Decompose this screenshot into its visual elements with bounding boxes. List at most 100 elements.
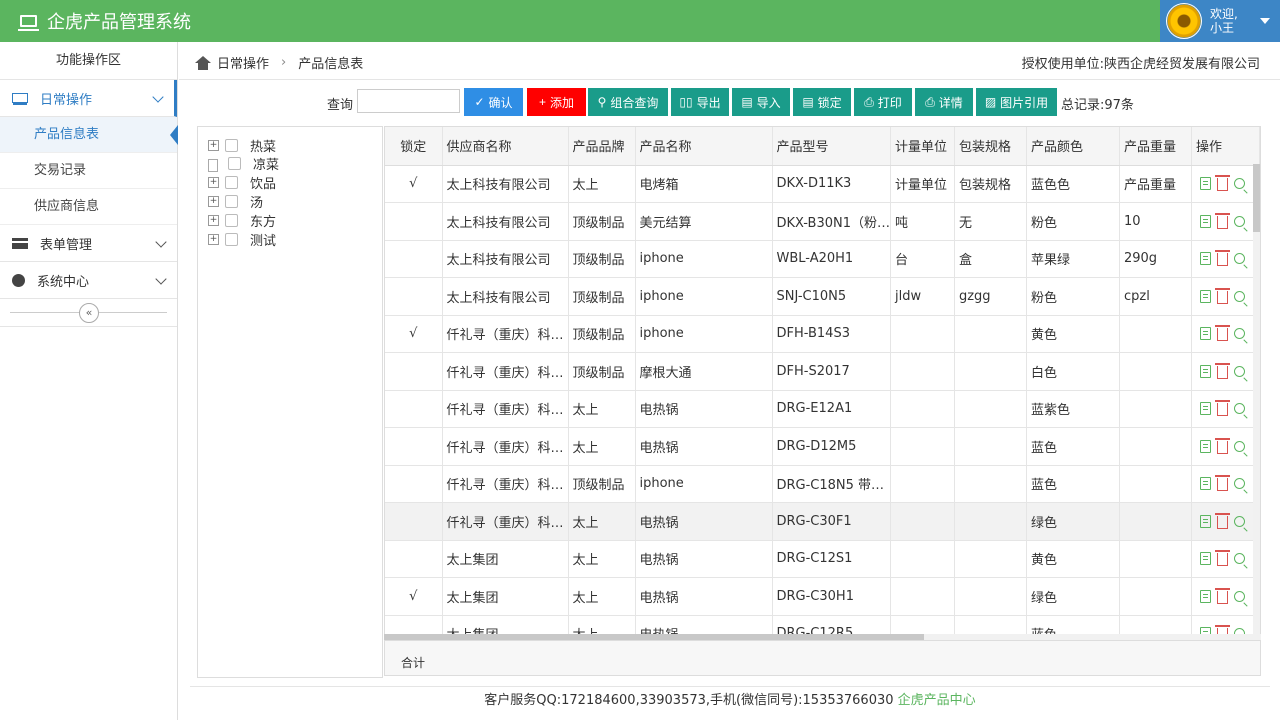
view-icon[interactable] [1233, 440, 1245, 452]
table-row[interactable]: 仟礼寻（重庆）科… 太上 电热锅 DRG-E12A1 蓝紫色 [385, 390, 1260, 428]
tree-node[interactable]: + 饮品 [208, 174, 276, 192]
edit-icon[interactable] [1199, 364, 1211, 378]
table-row[interactable]: 太上集团 太上 电热锅 DRG-C12S1 黄色 [385, 540, 1260, 578]
add-button[interactable]: + 添加 [527, 88, 586, 116]
column-header[interactable]: 操作 [1191, 127, 1260, 166]
table-row[interactable]: 太上科技有限公司 顶级制品 iphone WBL-A20H1 台盒苹果绿 290g [385, 240, 1260, 278]
table-row[interactable]: 仟礼寻（重庆）科… 顶级制品 摩根大通 DFH-S2017 白色 [385, 352, 1260, 391]
export-button[interactable]: ▯▯ 导出 [671, 88, 729, 116]
user-menu[interactable]: 欢迎, 小王 [1160, 0, 1280, 42]
sidebar-menu-forms[interactable]: 表单管理 [0, 225, 177, 262]
table-row[interactable]: √ 太上集团 太上 电热锅 DRG-C30H1 绿色 [385, 577, 1260, 616]
column-header[interactable]: 产品型号 [772, 127, 891, 166]
table-row[interactable]: √ 仟礼寻（重庆）科… 顶级制品 iphone DFH-B14S3 黄色 [385, 315, 1260, 353]
footer-link[interactable]: 企虎产品中心 [898, 693, 976, 708]
delete-icon[interactable] [1214, 512, 1230, 529]
sidebar-menu-system[interactable]: 系统中心 [0, 262, 177, 299]
tree-node[interactable]: + 热菜 [208, 137, 276, 155]
view-icon[interactable] [1233, 290, 1245, 302]
avatar[interactable] [1166, 3, 1202, 39]
view-icon[interactable] [1233, 515, 1245, 527]
view-icon[interactable] [1233, 590, 1245, 602]
image-reference-button[interactable]: ▨ 图片引用 [976, 88, 1057, 116]
sidebar-item-transactions[interactable]: 交易记录 [0, 153, 177, 189]
edit-icon[interactable] [1199, 327, 1211, 341]
tree-node[interactable]: + 测试 [208, 231, 276, 249]
edit-icon[interactable] [1199, 477, 1211, 491]
delete-icon[interactable] [1214, 325, 1230, 342]
sidebar-menu-daily[interactable]: 日常操作 [0, 80, 177, 117]
edit-icon[interactable] [1199, 214, 1211, 228]
column-header[interactable]: 计量单位 [890, 127, 955, 166]
column-header[interactable]: 产品颜色 [1026, 127, 1120, 166]
query-input[interactable] [357, 89, 460, 113]
edit-icon[interactable] [1199, 177, 1211, 191]
delete-icon[interactable] [1214, 587, 1230, 604]
edit-icon[interactable] [1199, 552, 1211, 566]
table-row[interactable]: 太上科技有限公司 顶级制品 iphone SNJ-C10N5 jldw gzgg 粉色 cpz… [385, 277, 1260, 316]
expand-icon[interactable]: + [208, 139, 219, 151]
tree-node[interactable]: 凉菜 [208, 155, 279, 173]
column-header[interactable]: 产品品牌 [568, 127, 636, 166]
import-button[interactable]: ▤ 导入 [732, 88, 790, 116]
home-icon[interactable] [195, 55, 211, 70]
view-icon[interactable] [1233, 478, 1245, 490]
expand-icon[interactable]: + [208, 233, 219, 245]
lock-button[interactable]: ▤ 锁定 [793, 88, 851, 116]
delete-icon[interactable] [1214, 550, 1230, 567]
delete-icon[interactable] [1214, 287, 1230, 304]
column-header[interactable]: 产品名称 [635, 127, 773, 166]
combined-query-button[interactable]: ⚲ 组合查询 [588, 88, 668, 116]
delete-icon[interactable] [1214, 362, 1230, 379]
delete-icon[interactable] [1214, 437, 1230, 454]
edit-icon[interactable] [1199, 439, 1211, 453]
view-icon[interactable] [1233, 253, 1245, 265]
sidebar-item-suppliers[interactable]: 供应商信息 [0, 189, 177, 225]
details-button[interactable]: ⎙ 详情 [915, 88, 973, 116]
delete-icon[interactable] [1214, 212, 1230, 229]
view-icon[interactable] [1233, 328, 1245, 340]
expand-icon[interactable]: + [208, 176, 219, 188]
column-header[interactable]: 锁定 [385, 127, 443, 166]
table-row[interactable]: 仟礼寻（重庆）科… 顶级制品 iphone DRG-C18N5 带… 蓝色 [385, 465, 1260, 503]
delete-icon[interactable] [1214, 175, 1230, 192]
caret-down-icon[interactable] [1260, 18, 1270, 24]
tree-checkbox[interactable] [225, 175, 238, 189]
view-icon[interactable] [1233, 215, 1245, 227]
table-row[interactable]: √ 太上科技有限公司 太上 电烤箱 DKX-D11K3 计量单位 包装规格 蓝色色 产品重量 [385, 165, 1260, 203]
expand-icon[interactable]: + [208, 195, 219, 207]
vertical-scrollbar[interactable] [1253, 164, 1260, 634]
tree-checkbox[interactable] [225, 194, 238, 208]
sidebar-item-product-info[interactable]: 产品信息表 [0, 117, 178, 153]
edit-icon[interactable] [1199, 252, 1211, 266]
print-button[interactable]: ⎙ 打印 [854, 88, 912, 116]
tree-checkbox[interactable] [225, 138, 238, 152]
column-header[interactable]: 供应商名称 [442, 127, 569, 166]
delete-icon[interactable] [1214, 400, 1230, 417]
scroll-thumb[interactable] [1253, 164, 1260, 232]
tree-node[interactable]: + 东方 [208, 212, 276, 230]
tree-checkbox[interactable] [225, 213, 238, 227]
column-header[interactable]: 包装规格 [954, 127, 1027, 166]
edit-icon[interactable] [1199, 589, 1211, 603]
breadcrumb-root[interactable]: 日常操作 [217, 53, 269, 72]
view-icon[interactable] [1233, 553, 1245, 565]
tree-checkbox[interactable] [225, 232, 238, 246]
table-row[interactable]: 仟礼寻（重庆）科… 太上 电热锅 DRG-D12M5 蓝色 [385, 427, 1260, 466]
view-icon[interactable] [1233, 178, 1245, 190]
table-row[interactable]: 仟礼寻（重庆）科… 太上 电热锅 DRG-C30F1 绿色 [385, 502, 1260, 541]
collapse-icon[interactable]: « [79, 303, 99, 323]
tree-node[interactable]: + 汤 [208, 193, 263, 211]
tree-checkbox[interactable] [228, 156, 241, 170]
column-header[interactable]: 产品重量 [1119, 127, 1192, 166]
delete-icon[interactable] [1214, 250, 1230, 267]
edit-icon[interactable] [1199, 514, 1211, 528]
edit-icon[interactable] [1199, 289, 1211, 303]
expand-icon[interactable]: + [208, 214, 219, 226]
confirm-button[interactable]: ✓ 确认 [464, 88, 523, 116]
table-row[interactable]: 太上科技有限公司 顶级制品 美元结算 DKX-B30N1（粉… 吨无粉色 10 [385, 202, 1260, 241]
view-icon[interactable] [1233, 403, 1245, 415]
edit-icon[interactable] [1199, 402, 1211, 416]
delete-icon[interactable] [1214, 475, 1230, 492]
view-icon[interactable] [1233, 365, 1245, 377]
